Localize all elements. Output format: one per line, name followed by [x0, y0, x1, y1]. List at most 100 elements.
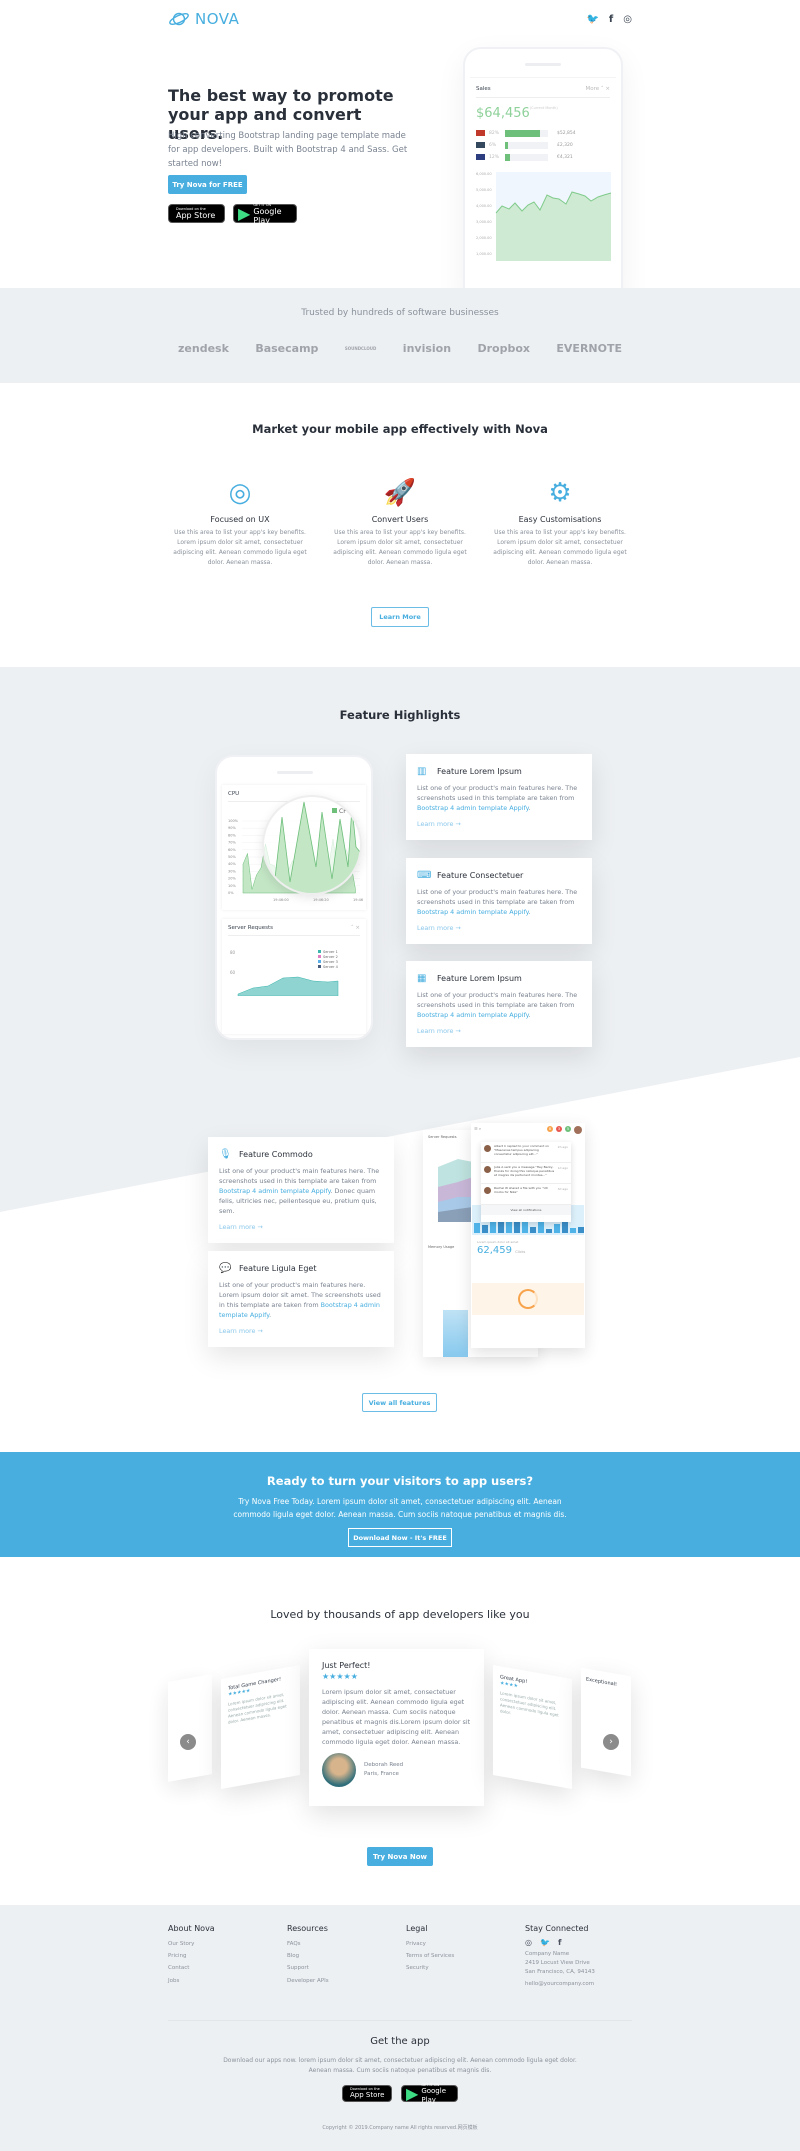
- planet-icon: [169, 12, 189, 26]
- google-play-big: Google Play: [253, 206, 282, 225]
- menu-search-icons[interactable]: ☰ ⌕: [474, 1126, 481, 1132]
- sales-value: £2,320: [557, 142, 573, 148]
- footer-link[interactable]: Our Story: [168, 1938, 278, 1950]
- twitter-icon[interactable]: 🐦: [586, 14, 598, 25]
- brand-logo[interactable]: NOVA: [168, 10, 239, 28]
- market-title: Market your mobile app effectively with …: [252, 422, 548, 436]
- footer-link[interactable]: Developer APIs: [287, 1975, 397, 1987]
- feature-card-title: Feature Ligula Eget: [239, 1264, 317, 1273]
- server-requests-title: Server Requests: [228, 925, 273, 931]
- sales-row: 12% €4,321: [476, 151, 610, 163]
- facebook-icon[interactable]: f: [558, 1938, 561, 1947]
- y-tick: 5,000.00: [476, 188, 492, 192]
- rocket-icon: 🚀: [383, 478, 417, 508]
- contact-email[interactable]: hello@yourcompany.com: [525, 1980, 635, 1989]
- instagram-icon[interactable]: ◎: [525, 1938, 532, 1947]
- app-store-badge[interactable]: Download on the App Store: [168, 204, 225, 223]
- feature-card-text: List one of your product's main features…: [219, 1281, 381, 1319]
- footer-app-store-badge[interactable]: Download on the App Store: [342, 2085, 392, 2102]
- notification-item[interactable]: Albert C replied to your comment on "Mae…: [481, 1142, 571, 1163]
- footer-google-play-badge[interactable]: ▶ GET IT ON Google Play: [401, 2083, 458, 2104]
- appify-link[interactable]: Bootstrap 4 admin template Appify: [219, 1187, 330, 1195]
- market-features: ◎ Focused on UX Use this area to list your…: [165, 477, 635, 568]
- notification-badge[interactable]: 8: [547, 1126, 553, 1132]
- bar: [474, 1223, 480, 1233]
- flag-icon: [476, 130, 485, 136]
- view-all-notifications[interactable]: View all notifications: [481, 1205, 571, 1215]
- bar: [578, 1227, 584, 1233]
- notification-item[interactable]: Rachel W shared a file with you "UX mock…: [481, 1184, 571, 1205]
- hero-subtitle: High converting Bootstrap landing page t…: [168, 131, 408, 169]
- footer-link[interactable]: Privacy: [406, 1938, 516, 1950]
- rating-stars: ★★★★★: [322, 1672, 358, 1681]
- carousel-next-button[interactable]: ›: [603, 1734, 619, 1750]
- user-avatar[interactable]: [574, 1126, 582, 1134]
- header-social: 🐦 f ◎: [586, 14, 632, 25]
- learn-more-link[interactable]: Learn more →: [417, 820, 581, 828]
- bar-chart-icon: ▥: [417, 766, 427, 777]
- sales-pct: 6%: [489, 142, 497, 148]
- footer-link[interactable]: Support: [287, 1962, 397, 1974]
- footer-link[interactable]: Pricing: [168, 1950, 278, 1962]
- sales-row: 6% £2,320: [476, 139, 610, 151]
- sales-widget: Sales More ˄ × $64,456(Current Month) 82%…: [470, 77, 616, 305]
- facebook-icon[interactable]: f: [609, 14, 613, 25]
- partner-logos: zendesk Basecamp SOUNDCLOUD invision Dropbox…: [178, 342, 622, 355]
- appify-link[interactable]: Bootstrap 4 admin template Appify: [417, 804, 528, 812]
- trusted-section: Trusted by hundreds of software business…: [0, 288, 800, 383]
- notification-item[interactable]: Julia A sent you a message "Hey Becky, t…: [481, 1163, 571, 1184]
- notification-badge[interactable]: 5: [565, 1126, 571, 1132]
- view-all-features-button[interactable]: View all features: [362, 1393, 437, 1412]
- appify-link[interactable]: Bootstrap 4 admin template Appify: [417, 908, 528, 916]
- sales-line-chart: 6,000.00 5,000.00 4,000.00 3,000.00 2,000.00…: [476, 172, 612, 261]
- sales-amount: $64,456(Current Month): [476, 106, 558, 121]
- learn-more-link[interactable]: Learn more →: [219, 1223, 383, 1231]
- testimonial-card-main: Just Perfect! ★★★★★ Lorem ipsum dolor si…: [309, 1649, 484, 1806]
- try-nova-now-button[interactable]: Try Nova Now: [367, 1847, 433, 1866]
- y-tick: 100%: [228, 819, 239, 823]
- footer-link[interactable]: Terms of Services: [406, 1950, 516, 1962]
- logo-dropbox: Dropbox: [477, 342, 530, 355]
- logo-evernote: EVERNOTE: [556, 342, 622, 355]
- microphone-icon: 🎙: [219, 1149, 232, 1160]
- footer-link[interactable]: Blog: [287, 1950, 397, 1962]
- notification-badge[interactable]: 3: [556, 1126, 562, 1132]
- feature-card-text: List one of your product's main features…: [417, 888, 578, 916]
- bar: [546, 1229, 552, 1233]
- learn-more-button[interactable]: Learn More: [371, 607, 429, 627]
- brand-name: NOVA: [195, 10, 240, 28]
- y-tick: 10%: [228, 884, 236, 888]
- feature-title: Focused on UX: [210, 515, 270, 524]
- loading-spinner: [518, 1289, 538, 1309]
- y-tick: 40%: [228, 862, 236, 866]
- google-play-badge[interactable]: ▶ GET IT ON Google Play: [233, 203, 297, 225]
- try-nova-free-button[interactable]: Try Nova for FREE: [168, 175, 247, 194]
- download-now-button[interactable]: Download Now - It's FREE: [348, 1528, 452, 1547]
- server-legend-item: Server 4: [323, 965, 339, 969]
- feature-card: ⌨ Feature Consectetuer List one of your pr…: [406, 858, 592, 944]
- learn-more-link[interactable]: Learn more →: [219, 1327, 383, 1335]
- learn-more-link[interactable]: Learn more →: [417, 924, 581, 932]
- instagram-icon[interactable]: ◎: [623, 14, 632, 25]
- twitter-icon[interactable]: 🐦: [540, 1938, 550, 1947]
- testimonial-card-left[interactable]: Total Game Changer! ★★★★★ Lorem ipsum dolo…: [221, 1665, 300, 1789]
- footer-link[interactable]: Contact: [168, 1962, 278, 1974]
- x-tick: 19:46:20: [313, 898, 329, 902]
- bar: [506, 1222, 512, 1233]
- feature-0: ◎ Focused on UX Use this area to list your…: [165, 477, 315, 568]
- footer-link[interactable]: Jobs: [168, 1975, 278, 1987]
- appify-link[interactable]: Bootstrap 4 admin template Appify: [417, 1011, 528, 1019]
- y-tick: 70%: [228, 841, 236, 845]
- footer-link[interactable]: FAQs: [287, 1938, 397, 1950]
- testimonial-card-right[interactable]: Great App! ★★★★ Lorem ipsum dolor sit amet…: [493, 1665, 572, 1789]
- carousel-prev-button[interactable]: ‹: [180, 1734, 196, 1750]
- get-app-text: Download our apps now. lorem ipsum dolor…: [223, 2057, 577, 2074]
- feature-card-text: List one of your product's main features…: [219, 1167, 380, 1215]
- bar: [538, 1222, 544, 1233]
- learn-more-link[interactable]: Learn more →: [417, 1027, 581, 1035]
- flag-icon: [476, 142, 485, 148]
- feature-title: Convert Users: [371, 515, 429, 524]
- footer-link[interactable]: Security: [406, 1962, 516, 1974]
- sales-more[interactable]: More ˄ ×: [586, 86, 611, 92]
- feature-1: 🚀 Convert Users Use this area to list your…: [325, 477, 475, 568]
